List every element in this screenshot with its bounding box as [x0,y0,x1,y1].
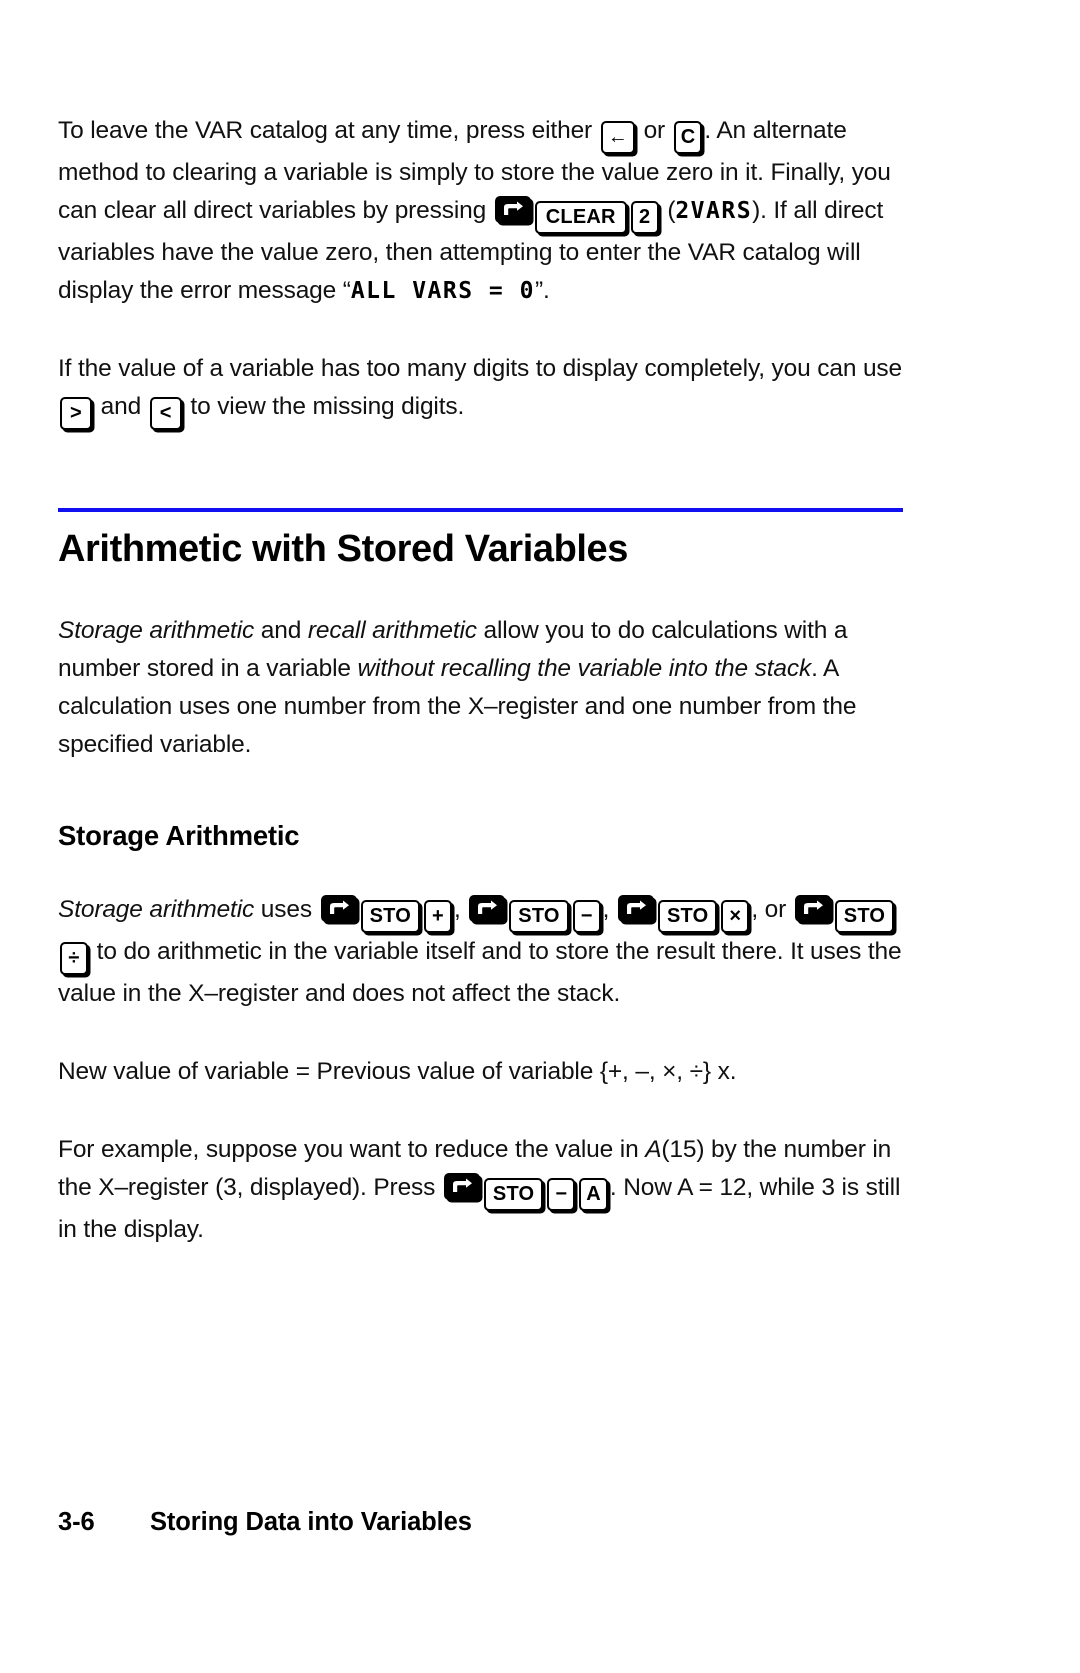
key-sto[interactable]: STO [657,900,718,934]
key-clear[interactable]: CLEAR [534,201,627,234]
text-run: or [636,117,672,144]
emphasis-storage-arithmetic: Storage arithmetic [58,616,255,644]
subsection-title: Storage Arithmetic [58,819,300,851]
key-right-shift-icon[interactable] [494,196,531,223]
emphasis-variable-a: A [645,1136,662,1164]
key-right-shift-icon[interactable] [794,895,831,923]
key-right-shift-icon[interactable] [469,895,506,923]
page-footer: 3-6 Storing Data into Variables [58,1508,903,1537]
emphasis-storage-arithmetic: Storage arithmetic [58,896,255,924]
key-sto[interactable]: STO [360,900,420,934]
key-right-shift-icon[interactable] [443,1173,480,1201]
key-backspace[interactable]: ← [600,121,635,154]
key-sto[interactable]: STO [834,900,895,934]
key-right-shift-icon[interactable] [320,895,357,923]
section-title: Arithmetic with Stored Variables [58,528,629,570]
text-run: , [453,896,468,924]
emphasis-without-recalling: without recalling the variable into the … [357,654,812,682]
text-run: ( [660,197,676,224]
key-a[interactable]: A [579,1178,608,1212]
emphasis-recall-arithmetic: recall arithmetic [307,616,477,644]
key-arrow-left[interactable]: < [149,397,182,430]
key-plus[interactable]: + [423,900,452,934]
text-run: to do arithmetic in the variable itself … [58,938,902,1008]
text-run: uses [254,896,319,924]
text-run: , or [751,896,793,924]
footer-chapter-title: Storing Data into Variables [150,1508,472,1536]
text-run: ”. [534,277,550,304]
lcd-all-vars-message: ALL VARS = 0 [350,278,535,304]
key-divide[interactable]: ÷ [60,942,88,976]
lcd-2vars-label: 2VARS [675,198,753,224]
key-multiply[interactable]: × [721,900,750,934]
paragraph-missing-digits: If the value of a variable has too many … [58,350,903,430]
key-minus[interactable]: − [572,900,601,934]
section-divider-rule [58,508,903,512]
text-run: to view the missing digits. [183,393,465,420]
key-2[interactable]: 2 [630,201,659,234]
key-arrow-right[interactable]: > [60,397,92,430]
text-run: and [94,393,148,420]
text-run: For example, suppose you want to reduce … [58,1136,646,1164]
text-run: and [254,616,308,644]
key-minus[interactable]: − [547,1178,576,1212]
page-number: 3-6 [58,1508,95,1536]
text-run: If the value of a variable has too many … [58,355,903,382]
paragraph-var-catalog: To leave the VAR catalog at any time, pr… [58,112,903,310]
key-sto[interactable]: STO [483,1178,544,1212]
paragraph-storage-arithmetic-keys: Storage arithmetic uses STO +, STO −, STO ×… [58,891,903,1013]
manual-page: To leave the VAR catalog at any time, pr… [0,0,1080,1673]
text-run: , [602,896,616,924]
paragraph-example: For example, suppose you want to reduce … [58,1131,903,1249]
paragraph-storage-recall-intro: Storage arithmetic and recall arithmetic… [58,612,903,764]
page-content: To leave the VAR catalog at any time, pr… [58,112,903,1249]
key-c[interactable]: C [673,121,703,154]
key-sto[interactable]: STO [509,900,569,934]
paragraph-formula: New value of variable = Previous value o… [58,1058,737,1086]
text-run: To leave the VAR catalog at any time, pr… [58,117,599,144]
key-right-shift-icon[interactable] [617,895,654,923]
